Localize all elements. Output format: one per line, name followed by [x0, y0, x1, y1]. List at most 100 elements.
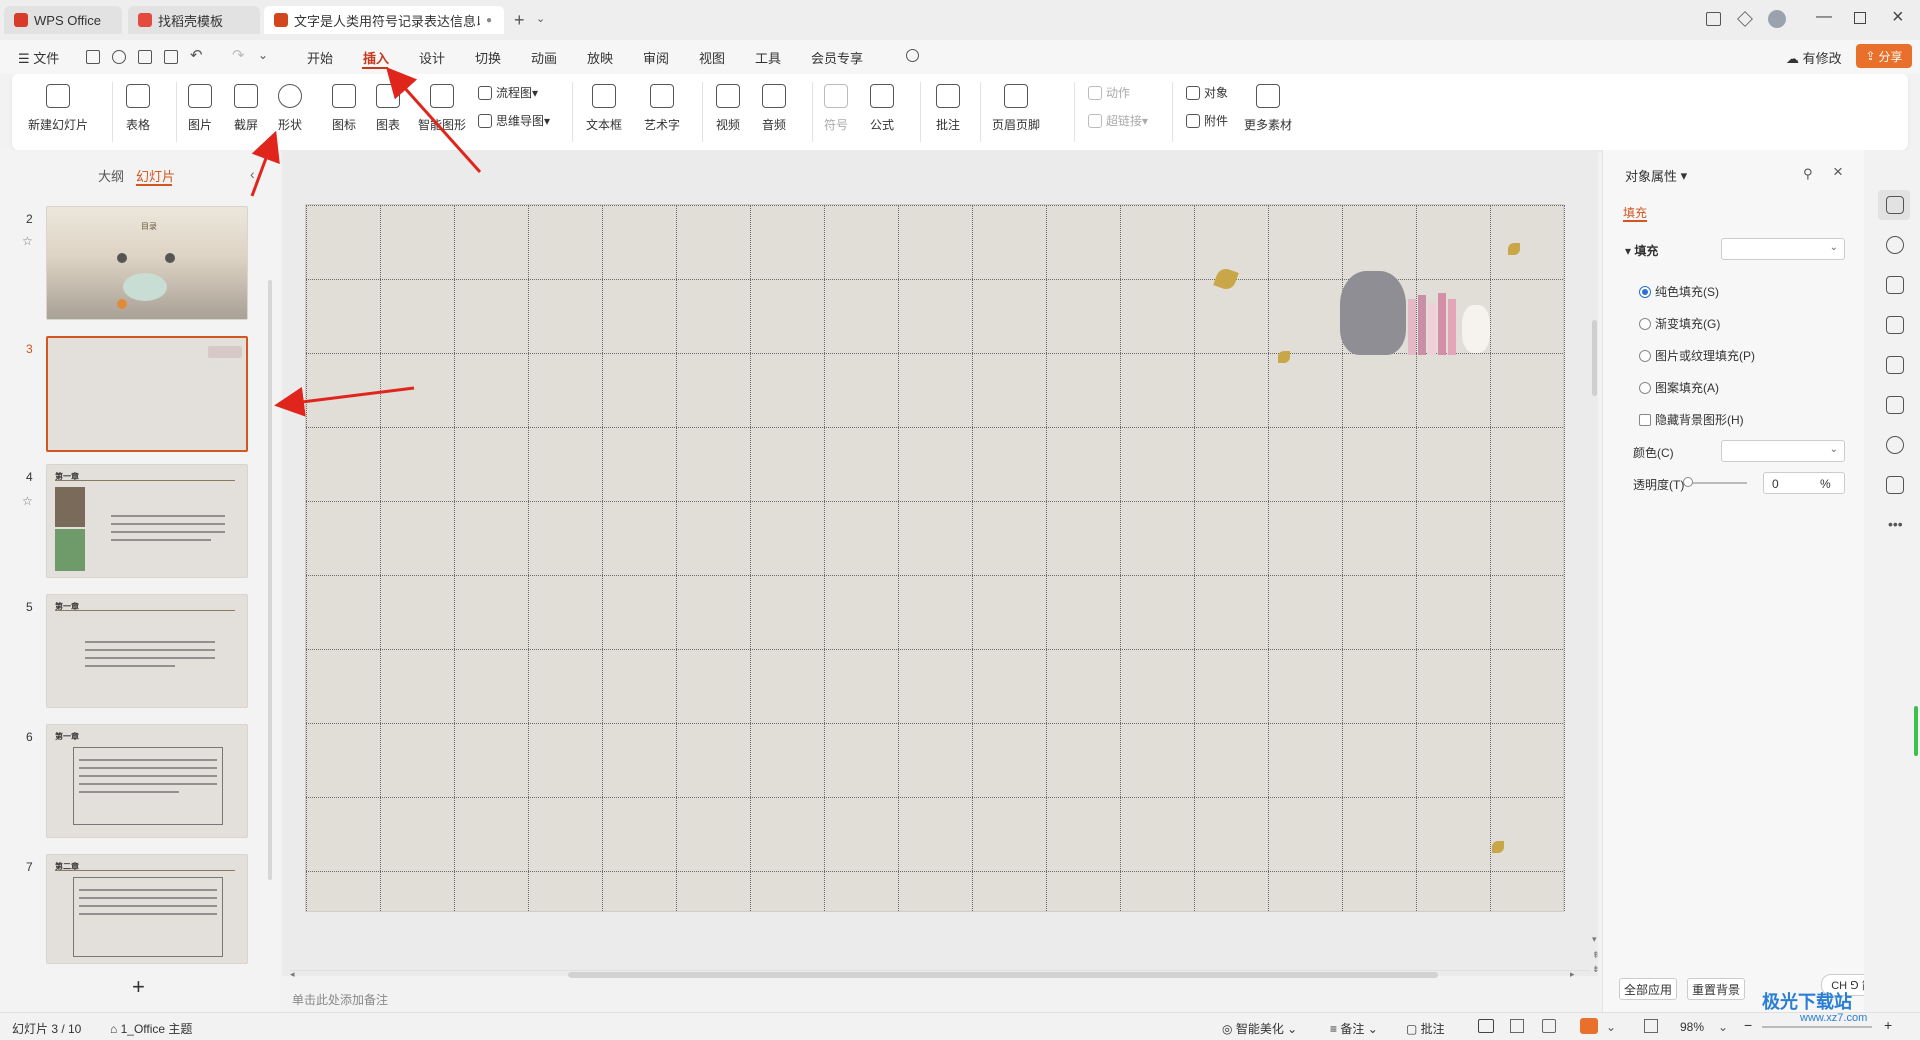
zoom-slider[interactable] — [1762, 1026, 1872, 1028]
chevron-down-icon[interactable]: ⌄ — [536, 12, 545, 25]
help-icon[interactable] — [1886, 436, 1904, 454]
panel-title[interactable]: 对象属性 ▾ — [1625, 166, 1687, 185]
slide-thumbnail-3[interactable] — [46, 336, 248, 452]
zoom-in-icon[interactable]: + — [1884, 1017, 1892, 1033]
maximize-icon[interactable] — [1854, 12, 1866, 24]
collapse-panel-icon[interactable]: ‹ — [250, 166, 255, 182]
add-slide-button[interactable]: + — [132, 974, 145, 1000]
more-materials-button[interactable]: 更多素材 — [1244, 84, 1292, 133]
menu-view[interactable]: 视图 — [699, 48, 725, 67]
hyperlink-button[interactable]: 超链接 ▾ — [1088, 112, 1148, 129]
tools-icon[interactable] — [1886, 356, 1904, 374]
theme-name[interactable]: ⌂ 1_Office 主题 — [110, 1020, 192, 1037]
textbox-button[interactable]: 文本框 — [586, 84, 622, 133]
slide-thumbnail-2[interactable]: 目录 — [46, 206, 248, 320]
play-slideshow-icon[interactable] — [1580, 1018, 1598, 1034]
color-dropdown[interactable]: ⌄ — [1721, 440, 1845, 462]
prev-slide-icon[interactable]: ⇞ — [1592, 950, 1600, 961]
star-icon[interactable] — [1886, 236, 1904, 254]
horizontal-scrollbar[interactable] — [568, 972, 1438, 978]
avatar[interactable] — [1768, 10, 1786, 28]
menu-start[interactable]: 开始 — [307, 48, 333, 67]
apply-all-button[interactable]: 全部应用 — [1619, 978, 1677, 1000]
solid-fill-option[interactable]: 纯色填充(S) — [1639, 283, 1719, 300]
shirt-icon[interactable] — [1886, 476, 1904, 494]
slide-thumbnail-7[interactable]: 第二章 — [46, 854, 248, 964]
zoom-menu-icon[interactable]: ⌄ — [1718, 1020, 1728, 1034]
book-icon[interactable] — [1886, 396, 1904, 414]
menu-insert[interactable]: 插入 — [363, 48, 389, 67]
tab-document[interactable]: 文字是人类用符号记录表达信息以 ● — [264, 6, 504, 34]
video-button[interactable]: 视频 — [716, 84, 740, 133]
transparency-input[interactable]: 0 % — [1763, 472, 1845, 494]
tab-fill[interactable]: 填充 — [1623, 204, 1647, 221]
file-menu[interactable]: ☰ 文件 — [18, 48, 59, 67]
normal-view-icon[interactable] — [1478, 1019, 1494, 1033]
new-tab-icon[interactable]: + — [514, 10, 525, 31]
formula-button[interactable]: 公式 — [870, 84, 894, 133]
tab-outline[interactable]: 大纲 — [98, 166, 124, 185]
transparency-slider[interactable] — [1685, 482, 1747, 484]
fill-type-dropdown[interactable]: ⌄ — [1721, 238, 1845, 260]
mindmap-button[interactable]: 思维导图 ▾ — [478, 112, 550, 129]
properties-icon[interactable] — [1886, 196, 1904, 214]
fit-window-icon[interactable] — [1644, 1019, 1658, 1033]
current-slide[interactable] — [305, 204, 1565, 912]
picture-fill-option[interactable]: 图片或纹理填充(P) — [1639, 347, 1755, 364]
cube-icon[interactable] — [1737, 11, 1753, 27]
scroll-left-icon[interactable]: ◂ — [290, 969, 295, 980]
hide-background-checkbox[interactable]: 隐藏背景图形(H) — [1639, 411, 1744, 428]
close-panel-icon[interactable]: × — [1833, 162, 1843, 182]
share-button[interactable]: ⇪ 分享 — [1856, 44, 1912, 68]
zoom-out-icon[interactable]: − — [1744, 1017, 1752, 1033]
slide-thumbnail-5[interactable]: 第一章 — [46, 594, 248, 708]
play-menu-icon[interactable]: ⌄ — [1606, 1020, 1616, 1034]
beautify-button[interactable]: ◎ 智能美化 ⌄ — [1222, 1020, 1297, 1037]
flowchart-button[interactable]: 流程图 ▾ — [478, 84, 538, 101]
zoom-level[interactable]: 98% — [1680, 1020, 1704, 1034]
next-slide-icon[interactable]: ⇟ — [1592, 964, 1600, 975]
close-window-icon[interactable]: × — [1892, 6, 1904, 29]
reset-background-button[interactable]: 重置背景 — [1687, 978, 1745, 1000]
close-tab-icon[interactable]: ● — [486, 15, 492, 26]
search-icon[interactable] — [906, 49, 919, 62]
tab-slides[interactable]: 幻灯片 — [136, 166, 175, 185]
tab-wps-office[interactable]: WPS Office — [4, 6, 122, 34]
table-button[interactable]: 表格 — [126, 84, 150, 133]
screenshot-button[interactable]: 截屏 — [234, 84, 258, 133]
print-preview-icon[interactable] — [164, 50, 178, 64]
menu-transition[interactable]: 切换 — [475, 48, 501, 67]
redo-icon[interactable]: ↷ — [232, 46, 245, 64]
window-layout-icon[interactable] — [1706, 12, 1721, 26]
thumbnail-scrollbar[interactable] — [268, 280, 272, 880]
shape-button[interactable]: 形状 — [278, 84, 302, 133]
picture-button[interactable]: 图片 — [188, 84, 212, 133]
menu-design[interactable]: 设计 — [419, 48, 445, 67]
slide-sorter-icon[interactable] — [1510, 1019, 1524, 1033]
chart-button[interactable]: 图表 — [376, 84, 400, 133]
comment-status-button[interactable]: ▢ 批注 — [1406, 1020, 1445, 1037]
slide-thumbnail-6[interactable]: 第一章 — [46, 724, 248, 838]
quick-access-more-icon[interactable]: ⌄ — [258, 48, 268, 62]
star-icon[interactable]: ☆ — [22, 494, 33, 508]
modified-status[interactable]: ☁ 有修改 — [1786, 48, 1842, 67]
undo-icon[interactable]: ↶ — [190, 46, 203, 64]
comment-button[interactable]: 批注 — [936, 84, 960, 133]
print-icon[interactable] — [138, 50, 152, 64]
notes-button[interactable]: ≡ 备注 ⌄ — [1330, 1020, 1378, 1037]
gradient-fill-option[interactable]: 渐变填充(G) — [1639, 315, 1720, 332]
slider-handle[interactable] — [1683, 477, 1693, 487]
copy-icon[interactable] — [1886, 276, 1904, 294]
attachment-button[interactable]: 附件 — [1186, 112, 1228, 129]
more-icon[interactable]: ••• — [1888, 516, 1903, 532]
menu-tools[interactable]: 工具 — [755, 48, 781, 67]
fill-section-header[interactable]: ▾ 填充 — [1625, 242, 1658, 259]
smartart-button[interactable]: 智能图形 — [418, 84, 466, 133]
notes-pane[interactable]: 单击此处添加备注 — [282, 984, 1598, 1012]
icon-button[interactable]: 图标 — [332, 84, 356, 133]
new-slide-button[interactable]: 新建幻灯片 — [28, 84, 88, 133]
find-icon[interactable] — [112, 50, 126, 64]
menu-animation[interactable]: 动画 — [531, 48, 557, 67]
save-icon[interactable] — [86, 50, 100, 64]
wordart-button[interactable]: 艺术字 — [644, 84, 680, 133]
